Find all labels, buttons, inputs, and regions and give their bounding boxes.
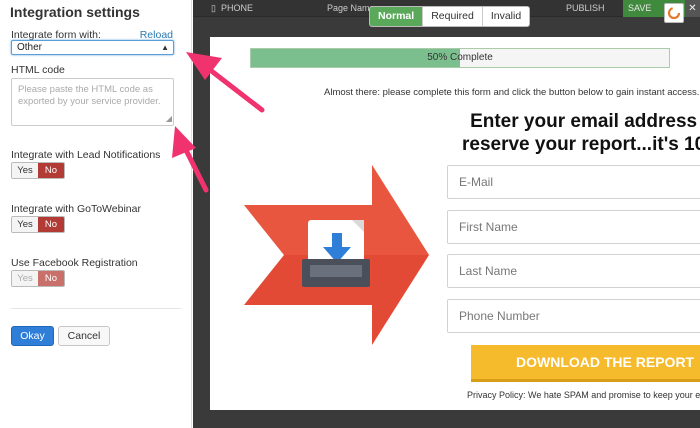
progress-bar: 50% Complete bbox=[250, 48, 670, 68]
facebook-registration-yes[interactable]: Yes bbox=[12, 271, 38, 286]
integrate-form-select-value: Other bbox=[17, 42, 43, 53]
topbar-publish[interactable]: PUBLISH bbox=[566, 3, 605, 13]
phone-number-placeholder: Phone Number bbox=[459, 309, 540, 323]
document-tray-icon bbox=[302, 220, 370, 287]
html-code-placeholder: Please paste the HTML code as exported b… bbox=[18, 84, 161, 107]
gotowebinar-toggle[interactable]: Yes No bbox=[11, 216, 65, 233]
download-report-button[interactable]: DOWNLOAD THE REPORT bbox=[471, 345, 700, 382]
panel-divider bbox=[11, 308, 181, 309]
swirl-logo-graphic bbox=[667, 6, 681, 20]
close-icon[interactable]: ✕ bbox=[685, 0, 700, 17]
html-code-textarea[interactable]: Please paste the HTML code as exported b… bbox=[11, 78, 174, 126]
gotowebinar-yes[interactable]: Yes bbox=[12, 217, 38, 232]
phone-number-field[interactable]: Phone Number bbox=[447, 299, 700, 333]
resize-grip-icon[interactable]: ◢ bbox=[166, 113, 172, 125]
headline-line-1: Enter your email address be bbox=[470, 111, 700, 132]
lead-notifications-label: Integrate with Lead Notifications bbox=[11, 149, 161, 161]
topbar-phone[interactable]: PHONE bbox=[221, 3, 253, 13]
state-tabs: Normal Required Invalid bbox=[369, 6, 531, 27]
download-arrow-graphic bbox=[244, 165, 429, 345]
panel-title: Integration settings bbox=[10, 4, 140, 20]
progress-label: 50% Complete bbox=[427, 52, 493, 63]
last-name-field[interactable]: Last Name bbox=[447, 254, 700, 288]
okay-button[interactable]: Okay bbox=[11, 326, 54, 346]
tab-required[interactable]: Required bbox=[423, 7, 483, 26]
gotowebinar-label: Integrate with GoToWebinar bbox=[11, 203, 141, 215]
email-placeholder: E-Mail bbox=[459, 175, 494, 189]
facebook-registration-toggle[interactable]: Yes No bbox=[11, 270, 65, 287]
last-name-placeholder: Last Name bbox=[459, 264, 518, 278]
headline-line-2: reserve your report...it's 100% bbox=[462, 134, 700, 155]
integrate-form-select[interactable]: Other ▲ bbox=[11, 40, 174, 55]
tab-normal[interactable]: Normal bbox=[370, 7, 424, 26]
facebook-registration-label: Use Facebook Registration bbox=[11, 257, 138, 269]
cancel-button[interactable]: Cancel bbox=[58, 326, 110, 346]
facebook-registration-no[interactable]: No bbox=[38, 271, 64, 286]
select-arrows-icon: ▲ bbox=[161, 43, 169, 52]
lead-notifications-no[interactable]: No bbox=[38, 163, 64, 178]
topbar-phone-icon: ▯ bbox=[211, 3, 216, 13]
lead-notifications-yes[interactable]: Yes bbox=[12, 163, 38, 178]
headline: Enter your email address be reserve your… bbox=[462, 110, 700, 156]
tab-invalid[interactable]: Invalid bbox=[482, 7, 530, 26]
privacy-policy-text: Privacy Policy: We hate SPAM and promise… bbox=[467, 390, 700, 400]
email-field[interactable]: E-Mail bbox=[447, 165, 700, 199]
html-code-label: HTML code bbox=[11, 64, 65, 76]
lead-notifications-toggle[interactable]: Yes No bbox=[11, 162, 65, 179]
first-name-placeholder: First Name bbox=[459, 220, 518, 234]
gotowebinar-no[interactable]: No bbox=[38, 217, 64, 232]
swirl-logo-icon[interactable] bbox=[664, 3, 684, 23]
optin-popup: 50% Complete Almost there: please comple… bbox=[210, 37, 700, 410]
topbar-page-name[interactable]: Page Name bbox=[327, 3, 375, 13]
integration-settings-panel: Integration settings Integrate form with… bbox=[0, 0, 192, 428]
first-name-field[interactable]: First Name bbox=[447, 210, 700, 244]
notice-text: Almost there: please complete this form … bbox=[324, 87, 700, 98]
